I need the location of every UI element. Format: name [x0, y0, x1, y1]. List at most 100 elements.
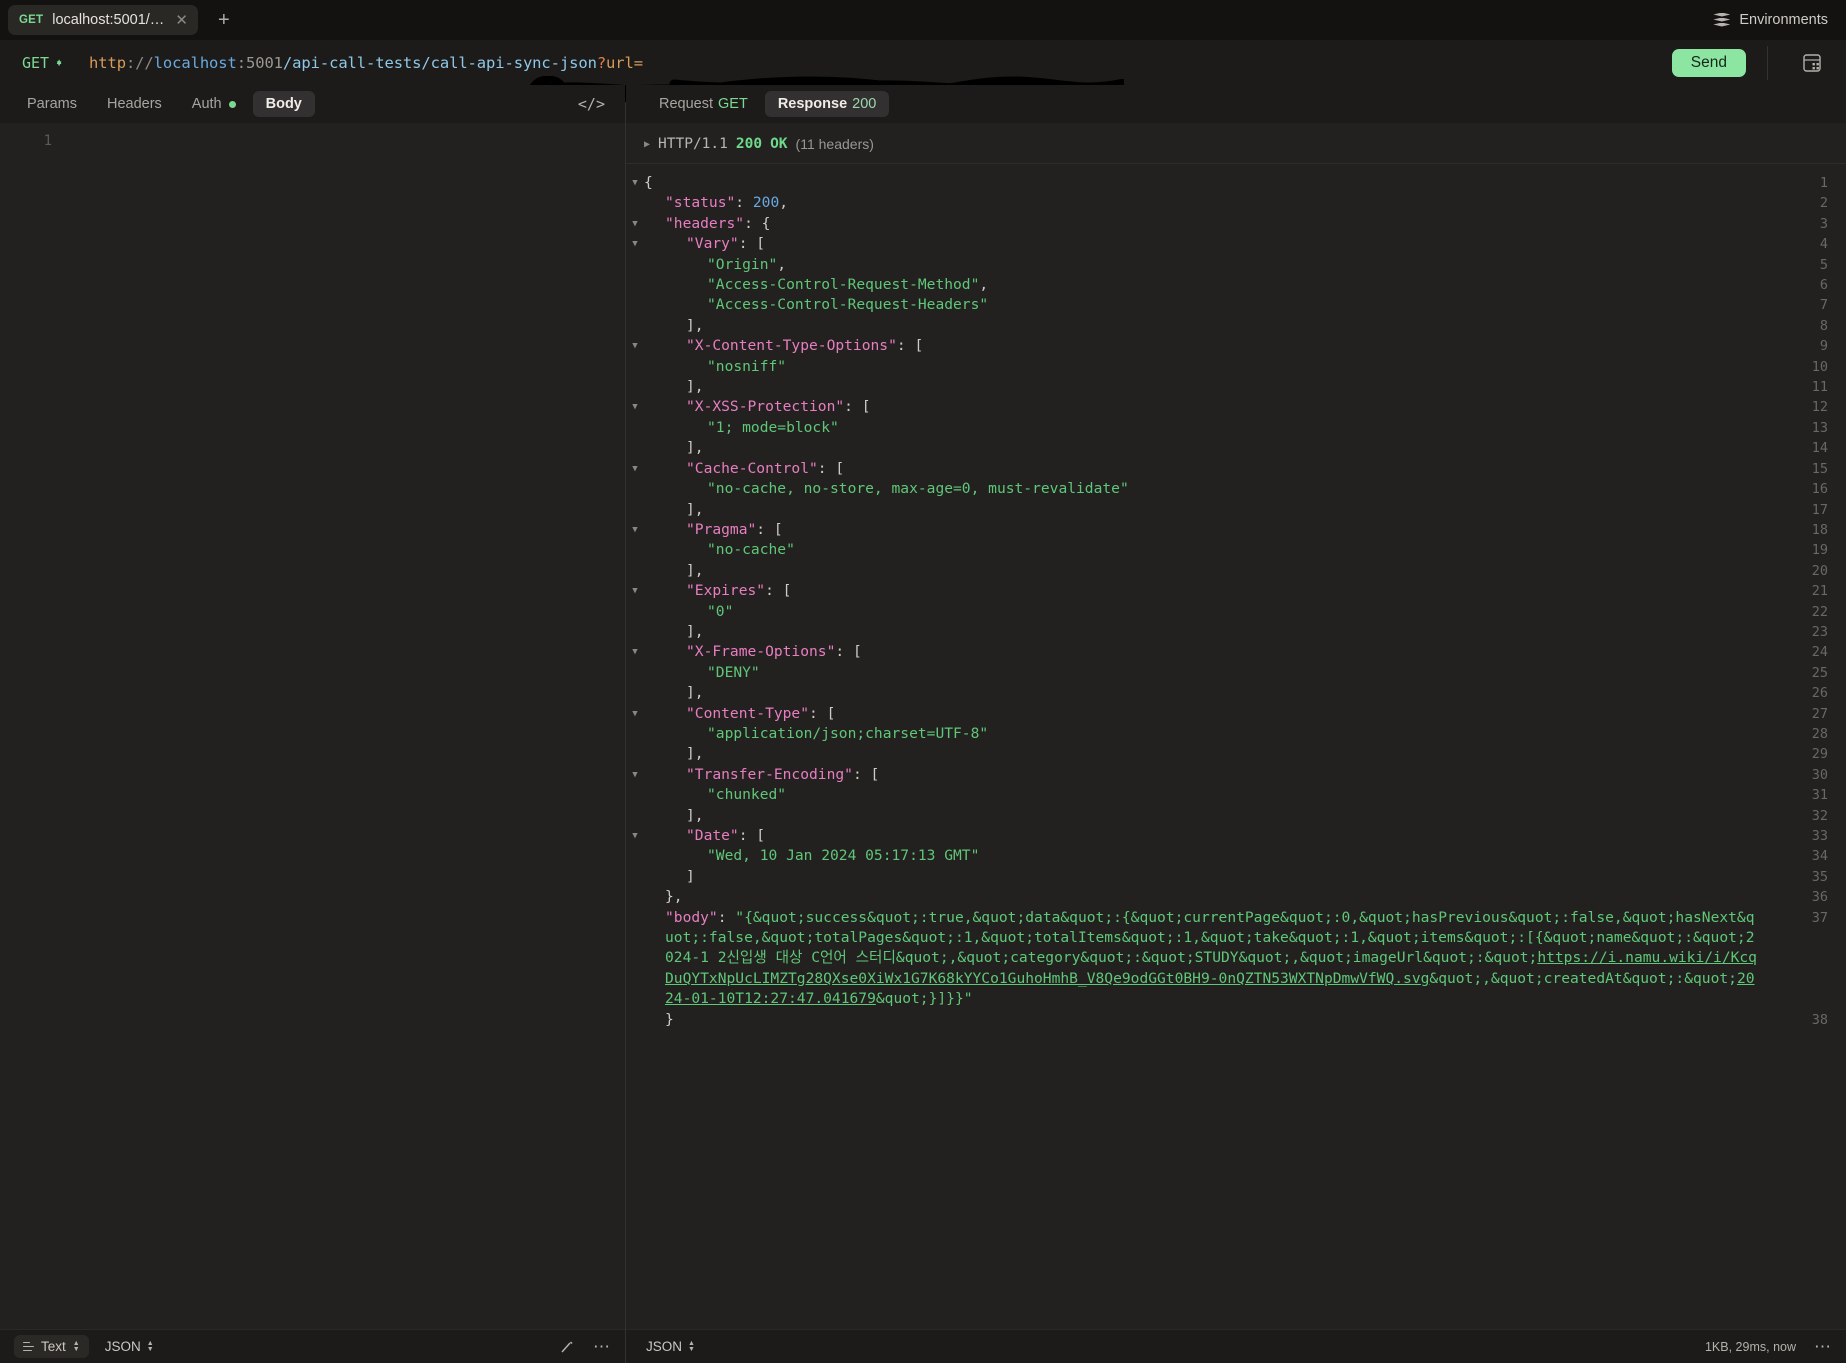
json-string: "Origin"	[707, 255, 778, 273]
json-line-content: "no-cache"	[644, 540, 1846, 560]
json-punct: ],	[686, 439, 704, 457]
chevron-down-icon[interactable]: ▼	[626, 826, 644, 846]
json-line-content: }	[644, 1010, 1846, 1030]
chevron-down-icon[interactable]: ▼	[626, 173, 644, 193]
response-status-line[interactable]: ▶ HTTP/1.1 200 OK (11 headers)	[626, 123, 1846, 164]
tab-params[interactable]: Params	[14, 91, 90, 117]
response-language-select[interactable]: JSON ▲ ▼	[640, 1335, 701, 1358]
json-line-number: 11	[1811, 379, 1828, 396]
json-line-content: "chunked"	[644, 785, 1846, 805]
json-line-content: ],	[644, 377, 1846, 397]
chevron-down-icon[interactable]: ▼	[626, 520, 644, 540]
code-generate-icon[interactable]	[1800, 51, 1824, 75]
response-json-viewer[interactable]: ▼{1 "status": 200, 2 ▼ "headers": {3 ▼ "Vary"…	[626, 164, 1846, 1329]
json-punct: : {	[744, 214, 771, 232]
json-line-content: "Access-Control-Request-Headers"	[644, 295, 1846, 315]
more-options-icon[interactable]: ⋯	[593, 1338, 611, 1355]
chevron-down-icon[interactable]: ▼	[626, 397, 644, 417]
chevron-right-icon[interactable]: ▶	[644, 139, 650, 150]
json-line: ▼ "Cache-Control": [15	[626, 459, 1846, 479]
chevron-down-icon[interactable]: ▼	[626, 214, 644, 234]
json-line-number: 23	[1811, 623, 1828, 640]
json-line: ▼ "Pragma": [18	[626, 520, 1846, 540]
json-line: "no-cache" 19	[626, 540, 1846, 560]
environments-button[interactable]: Environments	[1713, 0, 1828, 40]
magic-wand-icon[interactable]	[559, 1339, 575, 1355]
body-language-label: JSON	[104, 1339, 141, 1354]
json-line: ], 20	[626, 561, 1846, 581]
json-punct: : [	[844, 398, 871, 416]
json-number: 200	[752, 194, 780, 212]
json-caret-spacer	[626, 540, 644, 560]
json-line: "status": 200, 2	[626, 193, 1846, 213]
http-method-select[interactable]: GET ▲ ▼	[0, 54, 63, 72]
code-brackets-icon[interactable]: </>	[572, 93, 611, 115]
json-line: "Access-Control-Request-Method", 6	[626, 275, 1846, 295]
chevron-down-icon[interactable]: ▼	[626, 581, 644, 601]
json-punct: ],	[686, 378, 704, 396]
json-line-number: 10	[1811, 358, 1828, 375]
tab-request[interactable]: Request GET	[646, 91, 761, 117]
tab-response[interactable]: Response 200	[764, 91, 890, 117]
url-separator: ://	[125, 53, 154, 72]
json-string: "application/json;charset=UTF-8"	[707, 724, 989, 742]
json-caret-spacer	[626, 295, 644, 315]
response-status-text: OK	[770, 136, 788, 152]
new-tab-icon[interactable]: +	[212, 10, 236, 30]
json-line-content: },	[644, 887, 1846, 907]
json-line: ], 23	[626, 622, 1846, 642]
chevron-down-icon[interactable]: ▼	[626, 642, 644, 662]
json-line-number: 20	[1811, 562, 1828, 579]
json-line-number: 31	[1811, 787, 1828, 804]
json-caret-spacer	[626, 377, 644, 397]
json-line-content: "DENY"	[644, 663, 1846, 683]
json-line-content: "body": "{&quot;success&quot;:true,&quot…	[644, 908, 1846, 1010]
request-tab-strip: Params Headers Auth Body </>	[0, 85, 625, 123]
json-key: "headers"	[665, 214, 745, 232]
json-punct: }	[665, 1010, 674, 1028]
json-line-number: 28	[1811, 725, 1828, 742]
json-line-number: 32	[1811, 807, 1828, 824]
url-input[interactable]: http://localhost:5001/api-call-tests/cal…	[89, 54, 643, 72]
json-line-content: ],	[644, 744, 1846, 764]
json-line-content: ],	[644, 683, 1846, 703]
json-line-number: 37	[1811, 909, 1828, 926]
json-line-number: 22	[1811, 603, 1828, 620]
request-tab[interactable]: GET localhost:5001/api-cal... ✕	[8, 5, 198, 35]
chevron-down-icon[interactable]: ▼	[626, 765, 644, 785]
send-button[interactable]: Send	[1671, 49, 1746, 77]
chevron-down-icon[interactable]: ▼	[626, 459, 644, 479]
request-body-editor[interactable]: 1	[0, 123, 625, 1329]
json-key: "Vary"	[686, 235, 739, 253]
json-key: "Pragma"	[686, 520, 757, 538]
json-line-content: ]	[644, 867, 1846, 887]
json-caret-spacer	[626, 846, 644, 866]
tab-label: Response	[777, 96, 848, 112]
body-format-select[interactable]: Text ▲ ▼	[14, 1335, 89, 1358]
more-options-icon[interactable]: ⋯	[1814, 1338, 1832, 1355]
json-line-content: "Expires": [	[644, 581, 1846, 601]
close-icon[interactable]: ✕	[174, 13, 189, 28]
json-caret-spacer	[626, 275, 644, 295]
chevron-down-icon[interactable]: ▼	[626, 234, 644, 254]
json-string: "no-cache"	[707, 541, 795, 559]
api-client-window: GET localhost:5001/api-cal... ✕ + Enviro…	[0, 0, 1846, 1363]
json-line: ▼ "X-Content-Type-Options": [9	[626, 336, 1846, 356]
tab-auth[interactable]: Auth	[179, 91, 249, 117]
json-line: "1; mode=block" 13	[626, 418, 1846, 438]
json-line-number: 17	[1811, 501, 1828, 518]
body-format-label: Text	[41, 1339, 66, 1354]
json-line: "nosniff" 10	[626, 357, 1846, 377]
tab-body[interactable]: Body	[252, 91, 315, 117]
json-caret-spacer	[626, 193, 644, 213]
json-line: ▼ "Content-Type": [27	[626, 704, 1846, 724]
chevron-down-icon[interactable]: ▼	[626, 336, 644, 356]
json-caret-spacer	[626, 479, 644, 499]
chevron-down-icon[interactable]: ▼	[626, 704, 644, 724]
json-punct: ],	[686, 745, 704, 763]
tab-headers[interactable]: Headers	[94, 91, 175, 117]
json-punct: : [	[809, 704, 836, 722]
body-language-select[interactable]: JSON ▲ ▼	[99, 1335, 160, 1358]
json-line-number: 33	[1811, 828, 1828, 844]
json-line-content: "Origin",	[644, 255, 1846, 275]
